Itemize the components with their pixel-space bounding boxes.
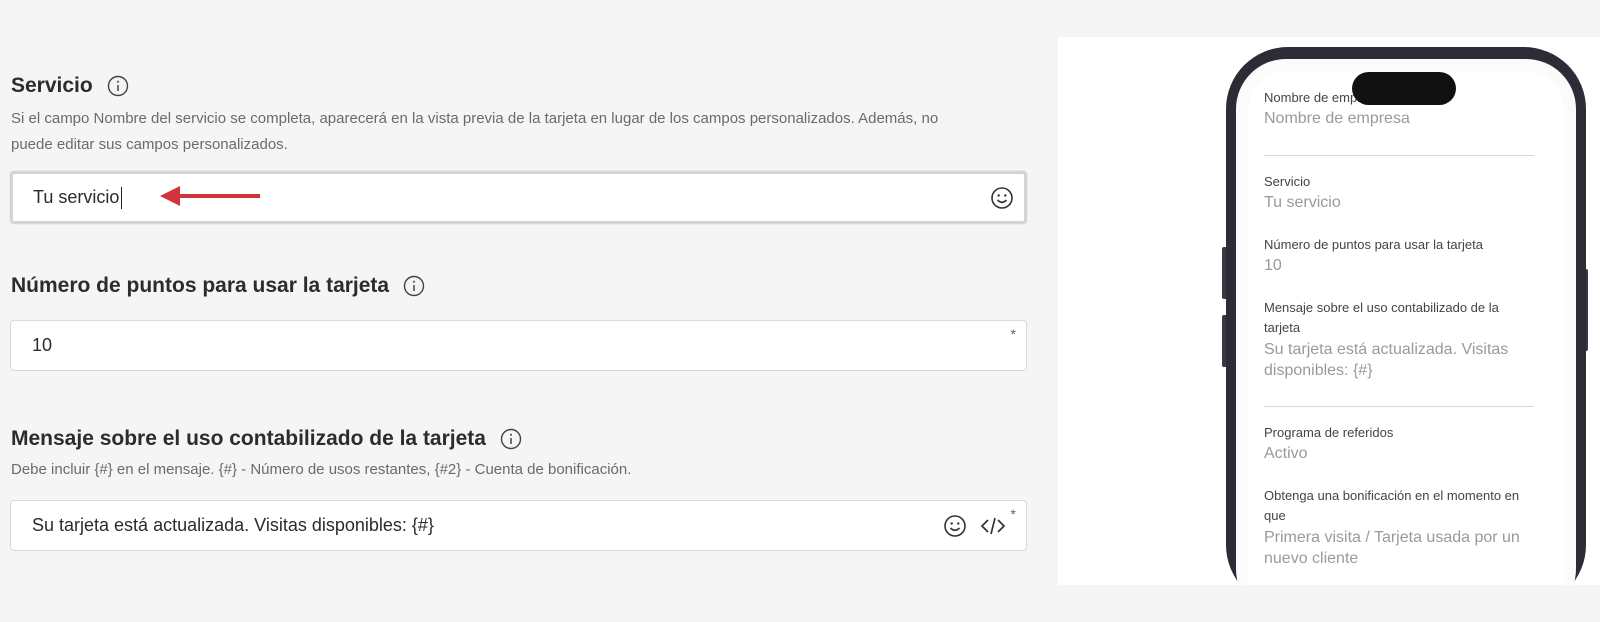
preview-bonificacion-label: Obtenga una bonificación en el momento e… (1264, 488, 1520, 523)
info-icon[interactable] (107, 75, 129, 97)
preview-mensaje-value: Su tarjeta está actualizada. Visitas dis… (1264, 341, 1509, 379)
preview-servicio-label: Servicio (1264, 174, 1311, 189)
mensaje-description: Debe incluir {#} en el mensaje. {#} - Nú… (11, 461, 632, 478)
puntos-input[interactable]: 10 * (10, 320, 1027, 371)
emoji-icon[interactable] (990, 186, 1014, 210)
preview-divider (1264, 406, 1534, 407)
preview-divider (1264, 155, 1534, 156)
code-icon[interactable] (980, 514, 1006, 538)
servicio-description-line: Si el campo Nombre del servicio se compl… (11, 110, 939, 127)
servicio-description: Si el campo Nombre del servicio se compl… (11, 106, 938, 158)
dynamic-island (1352, 72, 1456, 105)
preview-puntos-label: Número de puntos para usar la tarjeta (1264, 237, 1483, 252)
arrow-icon (160, 186, 260, 206)
preview-referidos-label: Programa de referidos (1264, 425, 1394, 440)
info-icon[interactable] (500, 428, 522, 450)
servicio-heading: Servicio (11, 74, 129, 98)
required-mark: * (1010, 326, 1016, 342)
preview-bonificacion-value: Primera visita / Tarjeta usada por un nu… (1264, 529, 1520, 567)
emoji-icon[interactable] (943, 514, 967, 538)
preview-empresa-value: Nombre de empresa (1264, 110, 1410, 127)
info-icon[interactable] (403, 275, 425, 297)
servicio-description-line: puede editar sus campos personalizados. (11, 136, 288, 153)
puntos-title: Número de puntos para usar la tarjeta (11, 274, 390, 297)
servicio-input-value: Tu servicio (33, 187, 120, 207)
required-mark: * (1010, 506, 1016, 522)
preview-puntos-value: 10 (1264, 257, 1282, 274)
mensaje-heading: Mensaje sobre el uso contabilizado de la… (11, 427, 522, 451)
card-preview-panel: Nombre de empresa Nombre de empresa Serv… (1058, 37, 1600, 585)
mensaje-input[interactable]: Su tarjeta está actualizada. Visitas dis… (10, 500, 1027, 551)
text-caret (121, 186, 123, 209)
puntos-input-value: 10 (32, 335, 53, 355)
preview-referidos-value: Activo (1264, 445, 1308, 462)
servicio-title: Servicio (11, 74, 93, 97)
puntos-heading: Número de puntos para usar la tarjeta (11, 274, 425, 298)
preview-mensaje-label: Mensaje sobre el uso contabilizado de la… (1264, 300, 1499, 335)
mensaje-input-value: Su tarjeta está actualizada. Visitas dis… (32, 515, 434, 535)
mensaje-title: Mensaje sobre el uso contabilizado de la… (11, 427, 486, 450)
preview-servicio-value: Tu servicio (1264, 194, 1341, 211)
